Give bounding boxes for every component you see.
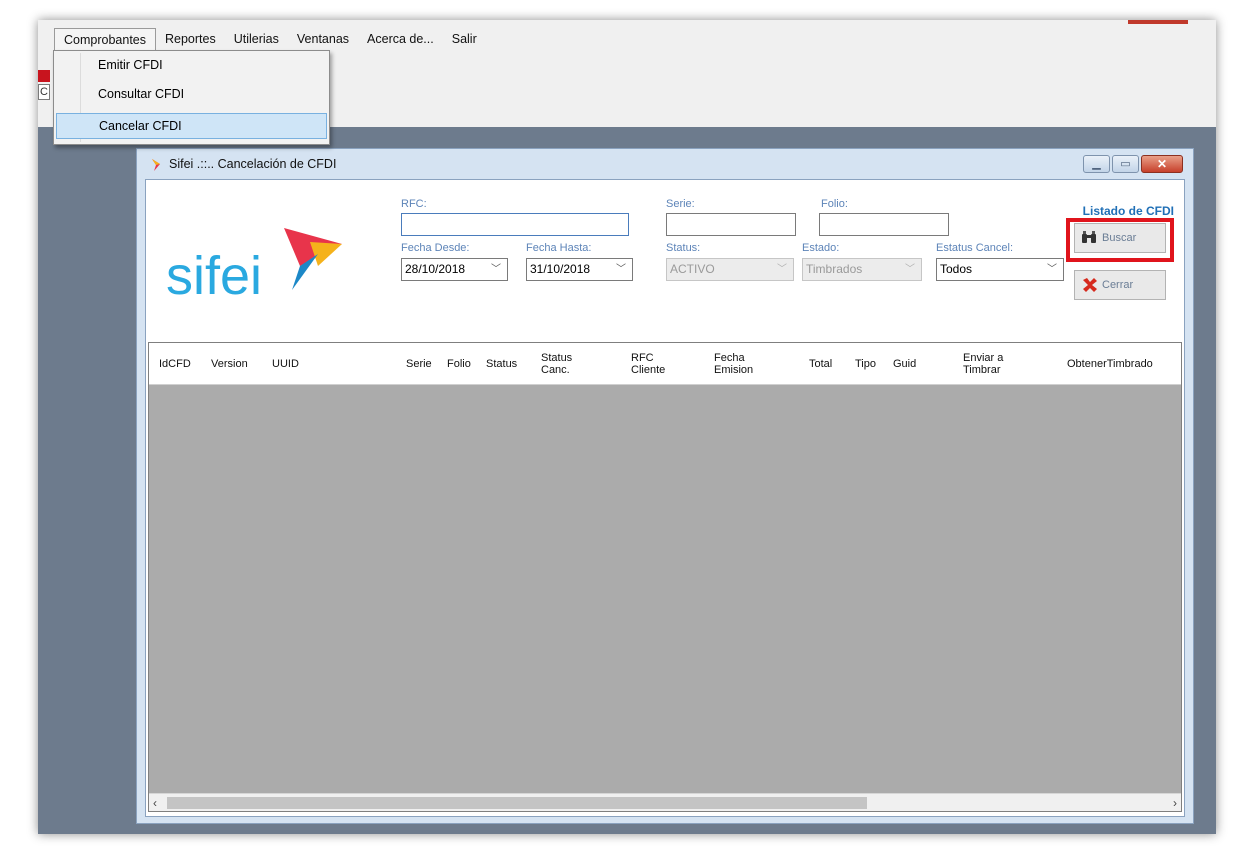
- menu-reportes[interactable]: Reportes: [156, 28, 225, 50]
- chevron-down-icon: ﹀: [905, 264, 915, 275]
- chevron-down-icon: ﹀: [777, 264, 787, 275]
- col-header-serie[interactable]: Serie: [406, 343, 432, 384]
- col-header-status[interactable]: Status: [486, 343, 517, 384]
- menu-item-consultar-cfdi[interactable]: Consultar CFDI: [56, 82, 327, 108]
- menu-acerca-de[interactable]: Acerca de...: [358, 28, 443, 50]
- fecha-desde-picker[interactable]: 28/10/2018 ﹀: [401, 258, 508, 281]
- folio-input[interactable]: [819, 213, 949, 236]
- col-header-enviar-a-timbrar[interactable]: Enviar a Timbrar: [963, 343, 1021, 384]
- col-header-total[interactable]: Total: [809, 343, 832, 384]
- status-label: Status:: [666, 242, 701, 254]
- menu-salir[interactable]: Salir: [443, 28, 486, 50]
- app-window: C Comprobantes Reportes Utilerias Ventan…: [38, 20, 1216, 834]
- col-header-folio[interactable]: Folio: [447, 343, 471, 384]
- menu-item-cancelar-cfdi[interactable]: Cancelar CFDI: [56, 113, 327, 139]
- chevron-down-icon: ﹀: [491, 264, 501, 275]
- close-icon: ✕: [1156, 157, 1168, 171]
- status-select[interactable]: ACTIVO ﹀: [666, 258, 794, 281]
- highlight-box: [1066, 218, 1174, 262]
- listado-title: Listado de CFDI: [1082, 204, 1174, 218]
- estado-label: Estado:: [802, 242, 840, 254]
- col-header-rfc-cliente[interactable]: RFC Cliente: [631, 343, 679, 384]
- minimize-button[interactable]: ▁: [1083, 155, 1110, 173]
- sifei-logo: sifei: [166, 228, 342, 304]
- rfc-label: RFC:: [401, 198, 427, 210]
- col-header-tipo[interactable]: Tipo: [855, 343, 876, 384]
- scroll-left-icon[interactable]: ‹: [153, 794, 157, 812]
- menu-item-emitir-cfdi[interactable]: Emitir CFDI: [56, 53, 327, 79]
- fecha-desde-label: Fecha Desde:: [401, 242, 470, 254]
- maximize-button[interactable]: ▭: [1112, 155, 1139, 173]
- estado-value: Timbrados: [806, 262, 863, 276]
- col-header-uuid[interactable]: UUID: [272, 343, 299, 384]
- status-value: ACTIVO: [670, 262, 715, 276]
- rfc-input[interactable]: [401, 213, 629, 236]
- window-controls: ▁ ▭ ✕: [1083, 155, 1183, 173]
- maximize-icon: ▭: [1120, 158, 1131, 170]
- chevron-down-icon: ﹀: [616, 264, 626, 275]
- red-marker: [38, 70, 50, 82]
- fecha-hasta-picker[interactable]: 31/10/2018 ﹀: [526, 258, 633, 281]
- col-header-status-canc[interactable]: Status Canc.: [541, 343, 591, 384]
- fecha-hasta-value: 31/10/2018: [530, 262, 591, 276]
- estatus-cancel-select[interactable]: Todos ﹀: [936, 258, 1064, 281]
- window-client-area: sifei RFC: Serie: Folio: Fecha Desde: 28…: [145, 179, 1185, 817]
- cerrar-button[interactable]: Cerrar: [1074, 270, 1166, 300]
- col-header-fecha-emision[interactable]: Fecha Emision: [714, 343, 764, 384]
- scroll-right-icon[interactable]: ›: [1173, 794, 1177, 812]
- serie-label: Serie:: [666, 198, 695, 210]
- close-button[interactable]: ✕: [1141, 155, 1183, 173]
- estado-select[interactable]: Timbrados ﹀: [802, 258, 922, 281]
- estatus-cancel-label: Estatus Cancel:: [936, 242, 1014, 254]
- folio-label: Folio:: [821, 198, 848, 210]
- menu-utilerias[interactable]: Utilerias: [225, 28, 288, 50]
- horizontal-scrollbar[interactable]: ‹ ›: [149, 793, 1181, 811]
- left-edge-char: C: [38, 84, 50, 100]
- window-title: Sifei .::.. Cancelación de CFDI: [169, 157, 337, 171]
- grid-header: IdCFD Version UUID Serie Folio Status St…: [149, 343, 1181, 385]
- estatus-cancel-value: Todos: [940, 262, 973, 276]
- minimize-icon: ▁: [1092, 158, 1101, 170]
- logo-text: sifei: [166, 246, 262, 304]
- scrollbar-thumb[interactable]: [167, 797, 867, 809]
- cancelacion-window: Sifei .::.. Cancelación de CFDI ▁ ▭ ✕ si…: [136, 148, 1194, 824]
- cfdi-grid[interactable]: IdCFD Version UUID Serie Folio Status St…: [148, 342, 1182, 812]
- sifei-app-icon: [152, 159, 160, 171]
- menu-bar: Comprobantes Reportes Utilerias Ventanas…: [54, 28, 486, 50]
- red-x-icon: [1083, 278, 1097, 292]
- serie-input[interactable]: [666, 213, 796, 236]
- red-strip: [1128, 20, 1188, 24]
- chevron-down-icon: ﹀: [1047, 264, 1057, 275]
- comprobantes-dropdown: Emitir CFDI Consultar CFDI Cancelar CFDI: [53, 50, 330, 145]
- col-header-obtener-timbrado[interactable]: ObtenerTimbrado: [1067, 343, 1153, 384]
- col-header-version[interactable]: Version: [211, 343, 248, 384]
- menu-comprobantes[interactable]: Comprobantes: [54, 28, 156, 50]
- col-header-idcfd[interactable]: IdCFD: [159, 343, 191, 384]
- title-bar[interactable]: Sifei .::.. Cancelación de CFDI ▁ ▭ ✕: [137, 149, 1193, 179]
- fecha-desde-value: 28/10/2018: [405, 262, 466, 276]
- fecha-hasta-label: Fecha Hasta:: [526, 242, 592, 254]
- cerrar-label: Cerrar: [1102, 279, 1134, 291]
- menu-ventanas[interactable]: Ventanas: [288, 28, 358, 50]
- col-header-guid[interactable]: Guid: [893, 343, 916, 384]
